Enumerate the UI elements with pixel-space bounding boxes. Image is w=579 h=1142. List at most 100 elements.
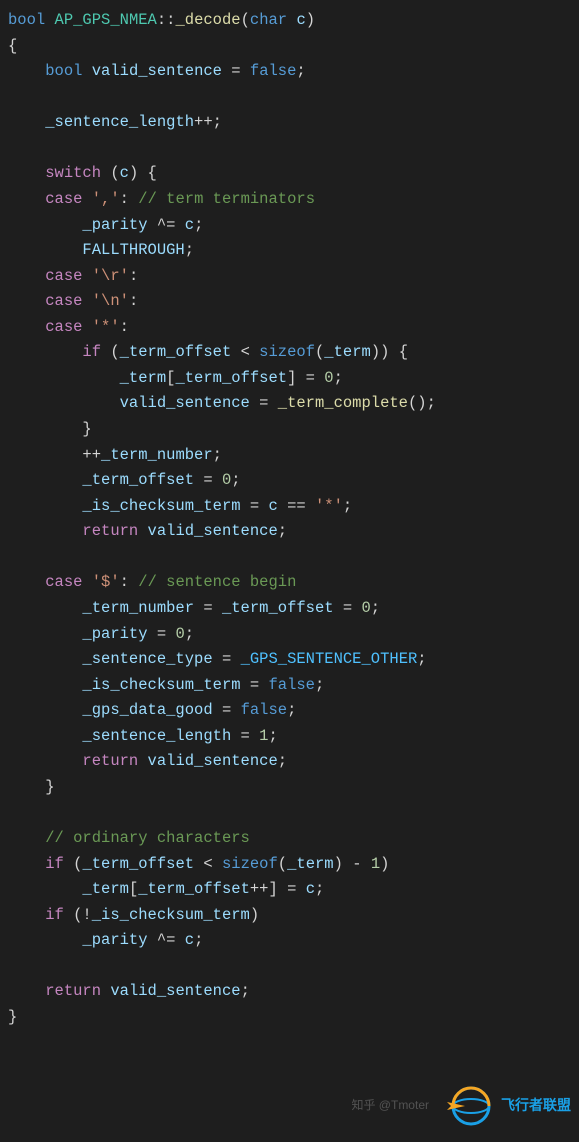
code-token: = <box>231 727 259 745</box>
code-token: valid_sentence <box>148 752 278 770</box>
code-token: _parity <box>82 216 147 234</box>
code-line: _sentence_length++; <box>8 110 579 136</box>
code-line: bool AP_GPS_NMEA::_decode(char c) <box>8 8 579 34</box>
code-token: _term_number <box>82 599 194 617</box>
code-token: ; <box>296 62 305 80</box>
code-line: } <box>8 417 579 443</box>
code-line: bool valid_sentence = false; <box>8 59 579 85</box>
code-token: // sentence begin <box>138 573 296 591</box>
code-token: if <box>82 343 101 361</box>
code-token: if <box>45 906 64 924</box>
code-token: ++] = <box>250 880 306 898</box>
code-block: bool AP_GPS_NMEA::_decode(char c){ bool … <box>0 0 579 1039</box>
code-token: // term terminators <box>138 190 315 208</box>
code-token: = <box>213 701 241 719</box>
code-line: return valid_sentence; <box>8 979 579 1005</box>
code-token <box>138 522 147 540</box>
code-token: ; <box>268 727 277 745</box>
code-token: ; <box>241 982 250 1000</box>
code-token: ^= <box>148 931 185 949</box>
code-token: if <box>45 855 64 873</box>
code-token: // ordinary characters <box>45 829 250 847</box>
code-line: return valid_sentence; <box>8 749 579 775</box>
code-token: ; <box>371 599 380 617</box>
code-line: _is_checksum_term = false; <box>8 673 579 699</box>
code-token <box>82 318 91 336</box>
code-token: _sentence_length <box>45 113 194 131</box>
code-token: sizeof <box>222 855 278 873</box>
code-token: _term_number <box>101 446 213 464</box>
code-token: _term_offset <box>82 855 194 873</box>
code-token <box>101 982 110 1000</box>
code-line: _term[_term_offset++] = c; <box>8 877 579 903</box>
code-line: return valid_sentence; <box>8 519 579 545</box>
code-token: '*' <box>92 318 120 336</box>
code-token: _term <box>287 855 334 873</box>
code-line: } <box>8 775 579 801</box>
code-line: _parity ^= c; <box>8 928 579 954</box>
code-token: ; <box>334 369 343 387</box>
code-token: : <box>120 573 139 591</box>
code-token: 0 <box>324 369 333 387</box>
code-token: ; <box>185 241 194 259</box>
code-token: { <box>8 37 17 55</box>
code-token: c <box>296 11 305 29</box>
code-token: 0 <box>222 471 231 489</box>
code-line: FALLTHROUGH; <box>8 238 579 264</box>
code-token: _term <box>324 343 371 361</box>
code-token: c <box>185 216 194 234</box>
code-token: case <box>45 267 82 285</box>
code-token: case <box>45 318 82 336</box>
code-line: case '*': <box>8 315 579 341</box>
code-token: < <box>231 343 259 361</box>
code-line <box>8 800 579 826</box>
code-token <box>82 190 91 208</box>
code-token <box>82 267 91 285</box>
code-token: 0 <box>361 599 370 617</box>
code-token: AP_GPS_NMEA <box>55 11 157 29</box>
code-token <box>138 752 147 770</box>
code-line: case ',': // term terminators <box>8 187 579 213</box>
code-token: ) <box>250 906 259 924</box>
code-token: _term_offset <box>222 599 334 617</box>
code-token: = <box>334 599 362 617</box>
code-token: c <box>268 497 277 515</box>
code-token: = <box>213 650 241 668</box>
code-line <box>8 545 579 571</box>
code-token: bool <box>8 11 45 29</box>
logo-label: 飞行者联盟 <box>501 1094 571 1117</box>
code-token: c <box>120 164 129 182</box>
code-token: == <box>278 497 315 515</box>
code-token: bool <box>45 62 82 80</box>
code-token: ] = <box>287 369 324 387</box>
code-line: _parity ^= c; <box>8 213 579 239</box>
code-line: _parity = 0; <box>8 622 579 648</box>
code-token: ',' <box>92 190 120 208</box>
code-token: ( <box>101 343 120 361</box>
code-line: if (!_is_checksum_term) <box>8 903 579 929</box>
code-token: false <box>268 676 315 694</box>
code-token: 1 <box>371 855 380 873</box>
code-line <box>8 954 579 980</box>
code-token <box>82 62 91 80</box>
code-token: [ <box>129 880 138 898</box>
site-logo: 飞行者联盟 <box>441 1084 571 1128</box>
code-token: ( <box>278 855 287 873</box>
code-token <box>82 292 91 310</box>
code-token: return <box>82 522 138 540</box>
code-line: _term_offset = 0; <box>8 468 579 494</box>
code-token: case <box>45 190 82 208</box>
code-token: ; <box>194 216 203 234</box>
code-token: false <box>250 62 297 80</box>
code-token: _GPS_SENTENCE_OTHER <box>241 650 418 668</box>
code-token: ++; <box>194 113 222 131</box>
code-token: _term_offset <box>138 880 250 898</box>
code-token: false <box>241 701 288 719</box>
code-token: (); <box>408 394 436 412</box>
code-token: return <box>82 752 138 770</box>
code-token: ; <box>343 497 352 515</box>
code-token: } <box>8 1008 17 1026</box>
code-token: : <box>129 267 138 285</box>
plane-globe-icon <box>441 1084 495 1128</box>
code-token: _sentence_length <box>82 727 231 745</box>
